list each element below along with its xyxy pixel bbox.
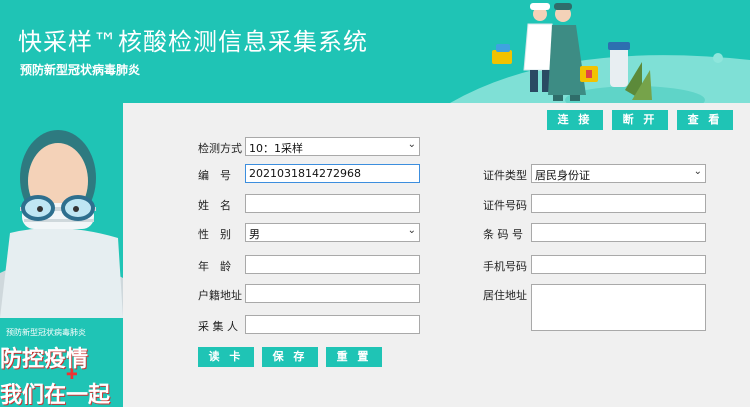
id-type-select[interactable]: 居民身份证 ⌄ bbox=[531, 164, 706, 183]
app-title: 快采样™核酸检测信息采集系统 bbox=[18, 28, 368, 56]
app-subtitle: 预防新型冠状病毒肺炎 bbox=[20, 63, 141, 77]
save-button[interactable]: 保 存 bbox=[262, 347, 318, 367]
disconnect-button[interactable]: 断 开 bbox=[612, 110, 668, 130]
id-number-input[interactable] bbox=[531, 194, 706, 213]
medical-staff-illustration bbox=[450, 3, 750, 103]
id-type-value: 居民身份证 bbox=[535, 169, 590, 182]
poster-small-text: 预防新型冠状病毒肺炎 bbox=[6, 328, 86, 337]
barcode-label: 条 码 号 bbox=[483, 228, 523, 241]
age-label: 年 龄 bbox=[198, 260, 231, 273]
poster-slogan-line2: 我们在一起 bbox=[0, 383, 111, 407]
method-label: 检测方式 bbox=[198, 142, 242, 155]
chevron-down-icon: ⌄ bbox=[693, 166, 702, 177]
household-address-input[interactable] bbox=[245, 284, 420, 303]
id-number-label: 证件号码 bbox=[483, 199, 527, 212]
residence-address-textarea[interactable] bbox=[531, 284, 706, 331]
chevron-down-icon: ⌄ bbox=[407, 225, 416, 236]
name-label: 姓 名 bbox=[198, 199, 231, 212]
method-value: 10：1采样 bbox=[249, 142, 303, 155]
id-type-label: 证件类型 bbox=[483, 169, 527, 182]
gender-label: 性 别 bbox=[198, 228, 231, 241]
age-input[interactable] bbox=[245, 255, 420, 274]
chevron-down-icon: ⌄ bbox=[407, 139, 416, 150]
left-poster: 预防新型冠状病毒肺炎 防控疫情 ✚ 我们在一起 bbox=[0, 103, 123, 407]
view-button[interactable]: 查 看 bbox=[677, 110, 733, 130]
number-label: 编 号 bbox=[198, 169, 231, 182]
reset-button[interactable]: 重 置 bbox=[326, 347, 382, 367]
read-card-button[interactable]: 读 卡 bbox=[198, 347, 254, 367]
doctor-illustration bbox=[0, 130, 123, 318]
form-area: 连 接 断 开 查 看 检测方式 10：1采样 ⌄ 编 号 2021031814… bbox=[123, 103, 750, 407]
name-input[interactable] bbox=[245, 194, 420, 213]
phone-input[interactable] bbox=[531, 255, 706, 274]
method-select[interactable]: 10：1采样 ⌄ bbox=[245, 137, 420, 156]
header-banner: 快采样™核酸检测信息采集系统 预防新型冠状病毒肺炎 bbox=[0, 0, 750, 103]
gender-select[interactable]: 男 ⌄ bbox=[245, 223, 420, 242]
phone-label: 手机号码 bbox=[483, 260, 527, 273]
barcode-input[interactable] bbox=[531, 223, 706, 242]
residence-address-label: 居住地址 bbox=[483, 289, 527, 302]
connect-button[interactable]: 连 接 bbox=[547, 110, 603, 130]
household-address-label: 户籍地址 bbox=[198, 289, 242, 302]
collector-input[interactable] bbox=[245, 315, 420, 334]
gender-value: 男 bbox=[249, 228, 260, 241]
collector-label: 采 集 人 bbox=[198, 320, 238, 333]
number-input[interactable]: 2021031814272968 bbox=[245, 164, 420, 183]
